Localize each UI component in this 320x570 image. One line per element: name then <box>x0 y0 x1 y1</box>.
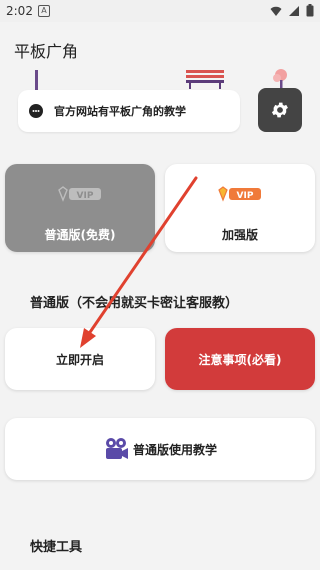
settings-button[interactable] <box>258 88 302 132</box>
start-button[interactable]: 立即开启 <box>5 328 155 390</box>
basic-version-card[interactable]: VIP 普通版(免费) <box>5 164 155 252</box>
vip-badge-icon: VIP <box>58 186 101 202</box>
status-time: 2:02 <box>6 4 33 18</box>
section-title: 普通版（不会用就买卡密让客服教） <box>30 296 239 311</box>
notes-button[interactable]: 注意事项(必看) <box>165 328 315 390</box>
gear-icon <box>271 102 288 118</box>
vip-badge-icon: VIP <box>218 186 261 202</box>
quick-tools-heading: 快捷工具 <box>30 540 83 555</box>
banner-text: 官方网站有平板广角的教学 <box>54 105 186 118</box>
status-bar: 2:02 A <box>0 0 320 22</box>
video-camera-icon <box>105 438 128 459</box>
tutorial-button[interactable]: 普通版使用教学 <box>5 418 315 480</box>
signal-icon <box>289 5 299 16</box>
app-title: 平板广角 <box>14 42 79 61</box>
chat-bubble-icon <box>29 104 43 118</box>
vip-text: VIP <box>237 191 254 201</box>
battery-icon <box>306 4 314 17</box>
status-icons <box>270 4 314 17</box>
notification-icon: A <box>38 5 50 17</box>
bench-icon <box>186 70 224 89</box>
tutorial-label: 普通版使用教学 <box>132 442 217 457</box>
basic-version-label: 普通版(免费) <box>44 228 116 242</box>
wifi-icon <box>270 6 282 16</box>
vip-text: VIP <box>77 191 94 201</box>
plus-version-label: 加强版 <box>221 228 258 242</box>
plus-version-card[interactable]: VIP 加强版 <box>165 164 315 252</box>
website-banner[interactable]: 官方网站有平板广角的教学 <box>18 90 240 132</box>
